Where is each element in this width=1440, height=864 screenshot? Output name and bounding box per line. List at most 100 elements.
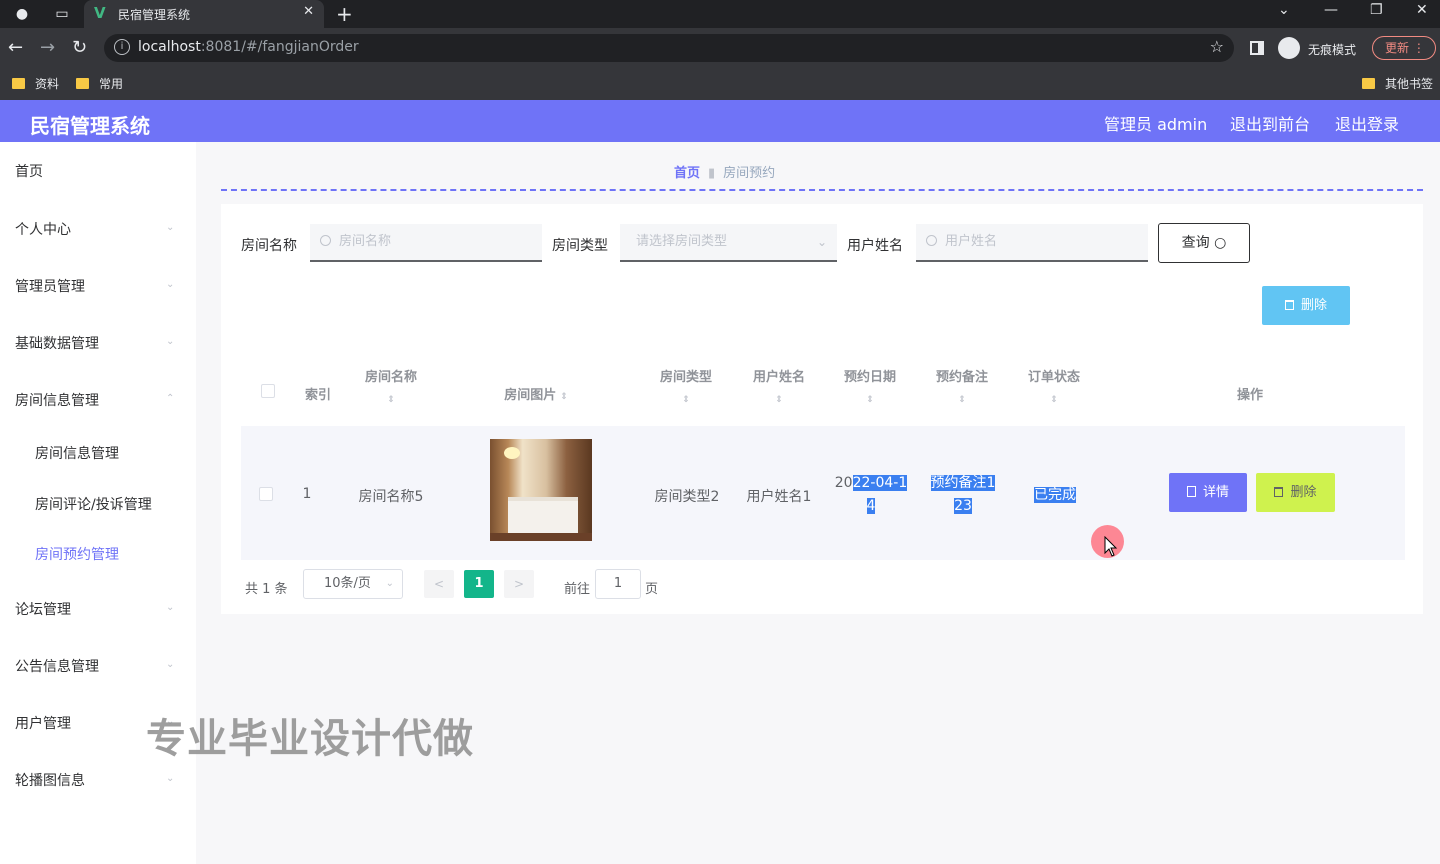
- sidebar-item-home[interactable]: 首页: [15, 161, 43, 181]
- col-status[interactable]: 订单状态 ⇕: [1004, 366, 1104, 405]
- sidebar-item-forum[interactable]: 论坛管理: [15, 599, 71, 619]
- reload-icon[interactable]: ↻: [72, 37, 87, 58]
- pagination-total: 共 1 条: [245, 582, 288, 597]
- site-info-icon[interactable]: i: [114, 39, 130, 55]
- col-room-name[interactable]: 房间名称 ⇕: [341, 366, 441, 405]
- sort-icon[interactable]: ⇕: [560, 392, 568, 402]
- room-photo: [490, 439, 592, 541]
- row-delete-button[interactable]: 删除: [1256, 473, 1335, 512]
- room-type-select[interactable]: 请选择房间类型 ⌄: [620, 224, 837, 262]
- sidebar-item-users[interactable]: 用户管理: [15, 713, 71, 733]
- sidebar-item-base-data[interactable]: 基础数据管理: [15, 333, 99, 353]
- window-close-icon[interactable]: ✕: [1416, 2, 1428, 18]
- content-panel: 房间名称 房间名称 房间类型 请选择房间类型 ⌄ 用户姓名 用户姓名 查询 ○ 删…: [221, 204, 1423, 614]
- sidebar-item-notice[interactable]: 公告信息管理: [15, 656, 99, 676]
- sort-icon[interactable]: ⇕: [1004, 395, 1104, 405]
- restore-icon[interactable]: ❐: [1370, 2, 1383, 18]
- logout-link[interactable]: 退出登录: [1335, 111, 1399, 135]
- search-icon: [926, 235, 937, 246]
- sidebar-subitem-room-booking[interactable]: 房间预约管理: [35, 544, 119, 564]
- sort-icon[interactable]: ⇕: [341, 395, 441, 405]
- browser-tab[interactable]: V 民宿管理系统 ✕: [84, 0, 324, 28]
- sidebar-item-personal-center[interactable]: 个人中心: [15, 219, 71, 239]
- goto-page-input[interactable]: 1: [595, 569, 641, 599]
- bookmarks-bar: 资料 常用 其他书签: [0, 68, 1440, 100]
- search-icon: ○: [1214, 235, 1227, 251]
- page-size-select[interactable]: 10条/页 ⌄: [303, 569, 403, 599]
- row-date: 2022-04-1 4: [834, 475, 908, 514]
- bookmark-folder-changyong[interactable]: 常用: [76, 75, 123, 92]
- batch-delete-button[interactable]: 删除: [1262, 286, 1350, 325]
- goto-unit-label: 页: [645, 582, 659, 597]
- detail-button[interactable]: 详情: [1169, 473, 1247, 512]
- document-icon: [1186, 486, 1196, 497]
- user-name-label: 用户姓名: [847, 238, 903, 254]
- col-date[interactable]: 预约日期 ⇕: [820, 366, 920, 405]
- incognito-label: 无痕模式: [1308, 43, 1357, 57]
- tab-title: 民宿管理系统: [118, 8, 191, 22]
- bookmark-star-icon[interactable]: ☆: [1210, 37, 1224, 56]
- exit-to-frontend-link[interactable]: 退出到前台: [1230, 111, 1310, 135]
- row-user-name: 用户姓名1: [746, 489, 812, 505]
- query-button[interactable]: 查询 ○: [1158, 223, 1250, 263]
- goto-label: 前往: [564, 582, 591, 597]
- page-number-current[interactable]: 1: [464, 570, 494, 598]
- table-row: 1 房间名称5 房间类型2 用户姓名1 2022-04-1 4 预约备注1 23 已…: [241, 426, 1405, 560]
- breadcrumb: 首页 ▮ 房间预约: [674, 162, 775, 181]
- mouse-cursor-icon: [1104, 536, 1118, 557]
- col-room-type[interactable]: 房间类型 ⇕: [636, 366, 736, 405]
- col-user-name[interactable]: 用户姓名 ⇕: [729, 366, 829, 405]
- chevron-down-icon: ⌄: [166, 222, 175, 233]
- sidebar-item-room-info[interactable]: 房间信息管理: [15, 390, 99, 410]
- prev-page-button[interactable]: <: [424, 570, 454, 598]
- tab-close-icon[interactable]: ✕: [303, 4, 314, 19]
- update-button[interactable]: 更新 ⋮: [1372, 36, 1436, 60]
- sidebar-item-carousel[interactable]: 轮播图信息: [15, 770, 85, 790]
- row-note: 预约备注1 23: [930, 475, 996, 514]
- breadcrumb-current: 房间预约: [723, 166, 776, 181]
- sort-icon[interactable]: ⇕: [820, 395, 920, 405]
- new-tab-icon[interactable]: +: [336, 2, 353, 26]
- room-name-input[interactable]: 房间名称: [310, 224, 542, 262]
- sidebar-subitem-room-comments[interactable]: 房间评论/投诉管理: [35, 494, 152, 514]
- chevron-down-icon: ⌄: [166, 279, 175, 290]
- browser-menu-icon[interactable]: ●: [12, 4, 32, 24]
- tab-search-icon[interactable]: ▭: [52, 4, 72, 24]
- forward-icon[interactable]: →: [40, 37, 55, 58]
- user-name-input[interactable]: 用户姓名: [916, 224, 1148, 262]
- side-panel-icon[interactable]: [1250, 41, 1264, 55]
- url-text: localhost:8081/#/fangjianOrder: [138, 39, 359, 55]
- incognito-icon: [1278, 37, 1300, 59]
- vue-logo-icon: V: [94, 4, 106, 22]
- folder-icon: [76, 78, 89, 89]
- row-checkbox[interactable]: [259, 487, 273, 501]
- search-icon: [320, 235, 331, 246]
- select-all-checkbox[interactable]: [261, 384, 275, 398]
- col-actions: 操作: [1236, 388, 1263, 403]
- row-index: 1: [302, 486, 312, 502]
- sidebar-subitem-room-info[interactable]: 房间信息管理: [35, 443, 119, 463]
- next-page-button[interactable]: >: [504, 570, 534, 598]
- minimize-icon[interactable]: —: [1324, 2, 1338, 18]
- chevron-down-icon: ⌄: [166, 336, 175, 347]
- sort-icon[interactable]: ⇕: [912, 395, 1012, 405]
- back-icon[interactable]: ←: [8, 37, 23, 58]
- sort-icon[interactable]: ⇕: [729, 395, 829, 405]
- trash-icon: [1274, 487, 1284, 497]
- other-bookmarks[interactable]: 其他书签: [1362, 75, 1433, 92]
- row-status: 已完成: [1034, 487, 1076, 503]
- room-name-label: 房间名称: [241, 238, 297, 254]
- col-room-image[interactable]: 房间图片 ⇕: [481, 384, 591, 403]
- sort-icon[interactable]: ⇕: [636, 395, 736, 405]
- breadcrumb-home[interactable]: 首页: [674, 166, 700, 181]
- col-note[interactable]: 预约备注 ⇕: [912, 366, 1012, 405]
- row-room-type: 房间类型2: [654, 489, 720, 505]
- app-title: 民宿管理系统: [30, 114, 150, 138]
- room-photo-floor: [490, 533, 592, 541]
- chevron-down-icon: ⌄: [166, 773, 175, 784]
- folder-icon: [1362, 78, 1375, 89]
- sidebar-item-admin[interactable]: 管理员管理: [15, 276, 85, 296]
- url-input[interactable]: i localhost:8081/#/fangjianOrder ☆: [104, 34, 1234, 62]
- tab-list-icon[interactable]: ⌄: [1278, 2, 1290, 18]
- bookmark-folder-ziliao[interactable]: 资料: [12, 75, 59, 92]
